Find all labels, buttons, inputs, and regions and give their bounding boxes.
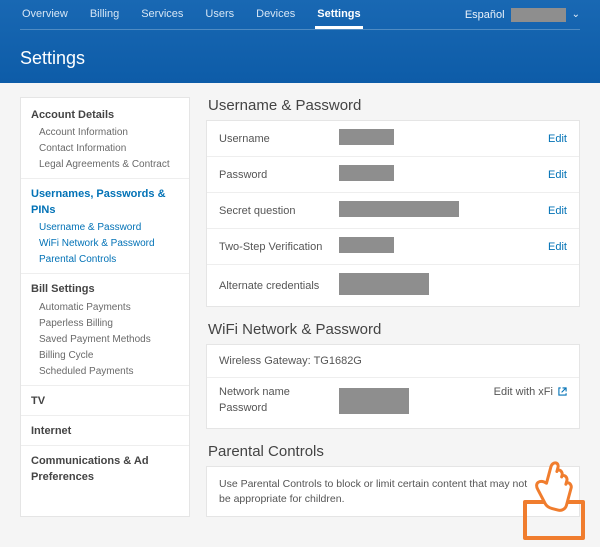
row-label-password: Password xyxy=(219,169,339,181)
sidebar-item-legal[interactable]: Legal Agreements & Contract xyxy=(31,158,179,172)
sidebar-item-saved-methods[interactable]: Saved Payment Methods xyxy=(31,333,179,347)
secret-question-value-redacted xyxy=(339,201,459,217)
sidebar-item-username-password[interactable]: Username & Password xyxy=(31,221,179,235)
edit-username-link[interactable]: Edit xyxy=(548,133,567,145)
alternate-credentials-value-redacted xyxy=(339,273,429,295)
username-value-redacted xyxy=(339,129,394,145)
language-label: Español xyxy=(465,9,505,21)
parental-controls-description: Use Parental Controls to block or limit … xyxy=(219,477,548,506)
wifi-password-label: Password xyxy=(219,402,339,414)
tab-overview[interactable]: Overview xyxy=(20,1,70,29)
wifi-values-redacted xyxy=(339,388,409,414)
chevron-down-icon: ⌄ xyxy=(572,9,580,20)
wifi-gateway-label: Wireless Gateway: xyxy=(219,355,311,367)
sidebar-head-usernames-passwords-pins[interactable]: Usernames, Passwords & PINs xyxy=(31,187,179,218)
user-name-redacted xyxy=(511,8,566,22)
tab-billing[interactable]: Billing xyxy=(88,1,121,29)
row-label-two-step: Two-Step Verification xyxy=(219,241,339,253)
sidebar-item-account-info[interactable]: Account Information xyxy=(31,126,179,140)
sidebar-head-tv[interactable]: TV xyxy=(31,394,179,409)
page-title: Settings xyxy=(20,30,580,83)
sidebar-head-internet[interactable]: Internet xyxy=(31,424,179,439)
sidebar-item-wifi-password[interactable]: WiFi Network & Password xyxy=(31,237,179,251)
sidebar-head-communications[interactable]: Communications & Ad Preferences xyxy=(31,454,179,485)
section-title-username-password: Username & Password xyxy=(208,97,580,114)
edit-with-xfi-link[interactable]: Edit with xFi xyxy=(494,386,567,398)
wifi-gateway-value: TG1682G xyxy=(314,355,362,367)
sidebar-item-billing-cycle[interactable]: Billing Cycle xyxy=(31,349,179,363)
row-label-secret-question: Secret question xyxy=(219,205,339,217)
card-username-password: Username Edit Password Edit Secret quest… xyxy=(206,120,580,307)
sidebar-item-scheduled-payments[interactable]: Scheduled Payments xyxy=(31,365,179,379)
password-value-redacted xyxy=(339,165,394,181)
edit-two-step-link[interactable]: Edit xyxy=(548,241,567,253)
tab-devices[interactable]: Devices xyxy=(254,1,297,29)
row-label-username: Username xyxy=(219,133,339,145)
section-title-parental-controls: Parental Controls xyxy=(208,443,580,460)
top-nav: Overview Billing Services Users Devices … xyxy=(20,1,465,29)
language-switcher[interactable]: Español ⌄ xyxy=(465,8,580,22)
edit-parental-controls-link[interactable]: Edit xyxy=(548,486,567,498)
wifi-network-name-label: Network name xyxy=(219,386,339,398)
sidebar-item-auto-payments[interactable]: Automatic Payments xyxy=(31,301,179,315)
tab-services[interactable]: Services xyxy=(139,1,185,29)
sidebar-head-account-details[interactable]: Account Details xyxy=(31,108,179,123)
sidebar-item-contact-info[interactable]: Contact Information xyxy=(31,142,179,156)
row-label-alternate-credentials: Alternate credentials xyxy=(219,280,339,292)
two-step-value-redacted xyxy=(339,237,394,253)
sidebar-item-paperless[interactable]: Paperless Billing xyxy=(31,317,179,331)
section-title-wifi: WiFi Network & Password xyxy=(208,321,580,338)
tab-settings[interactable]: Settings xyxy=(315,1,362,29)
external-link-icon xyxy=(558,387,567,396)
tab-users[interactable]: Users xyxy=(203,1,236,29)
card-wifi: Wireless Gateway: TG1682G Network name P… xyxy=(206,344,580,429)
settings-sidebar: Account Details Account Information Cont… xyxy=(20,97,190,517)
card-parental-controls: Use Parental Controls to block or limit … xyxy=(206,466,580,517)
sidebar-item-parental-controls[interactable]: Parental Controls xyxy=(31,253,179,267)
edit-password-link[interactable]: Edit xyxy=(548,169,567,181)
sidebar-head-bill-settings[interactable]: Bill Settings xyxy=(31,282,179,297)
edit-secret-question-link[interactable]: Edit xyxy=(548,205,567,217)
